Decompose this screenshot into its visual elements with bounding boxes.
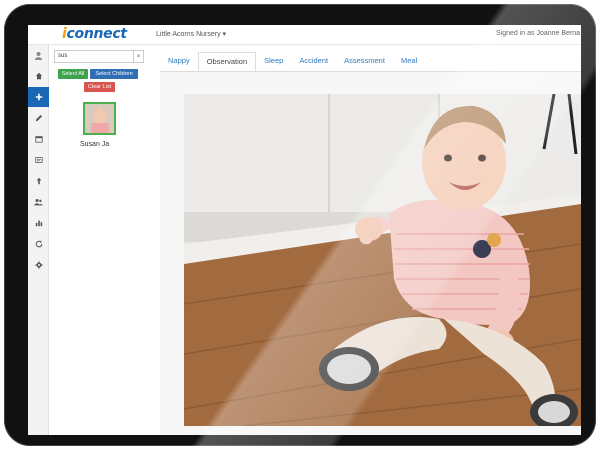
card-icon[interactable] [28,150,49,170]
app-logo[interactable]: iconnect [62,26,127,42]
tab-accident[interactable]: Accident [291,52,336,71]
child-search-input[interactable]: sus [54,50,134,63]
app-screen: iconnect Little Acorns Nursery ▾ Signed … [28,25,581,435]
pencil-icon[interactable] [28,108,49,128]
gear-icon[interactable] [28,255,49,275]
tab-sleep[interactable]: Sleep [256,52,291,71]
clear-list-button[interactable]: Clear List [84,82,115,92]
tab-nappy[interactable]: Nappy [160,52,198,71]
nursery-selector[interactable]: Little Acorns Nursery ▾ [156,30,226,38]
tab-meal[interactable]: Meal [393,52,425,71]
select-all-button[interactable]: Select All [58,69,88,79]
child-avatar[interactable] [83,102,116,135]
user-icon[interactable] [28,45,49,65]
home-icon[interactable] [28,66,49,86]
plus-icon[interactable] [28,87,49,107]
upload-icon[interactable] [28,171,49,191]
signed-in-text: Signed in as Joanne Berna [496,30,581,37]
users-icon[interactable] [28,192,49,212]
children-panel: sus × Select All Select Children Clear L… [50,45,148,435]
select-children-button[interactable]: Select Children [90,69,138,79]
top-bar: iconnect Little Acorns Nursery ▾ Signed … [28,25,581,45]
logo-text: connect [66,26,128,42]
tab-observation[interactable]: Observation [197,52,257,71]
tab-assessment[interactable]: Assessment [336,52,393,71]
observation-photo[interactable] [184,94,581,426]
record-tabs: Nappy Observation Sleep Accident Assessm… [160,52,425,71]
child-name: Susan Ja [80,141,110,148]
search-clear-button[interactable]: × [134,50,144,63]
icon-sidebar [28,45,49,435]
tablet-frame: iconnect Little Acorns Nursery ▾ Signed … [4,4,596,446]
refresh-icon[interactable] [28,234,49,254]
calendar-icon[interactable] [28,129,49,149]
chart-icon[interactable] [28,213,49,233]
